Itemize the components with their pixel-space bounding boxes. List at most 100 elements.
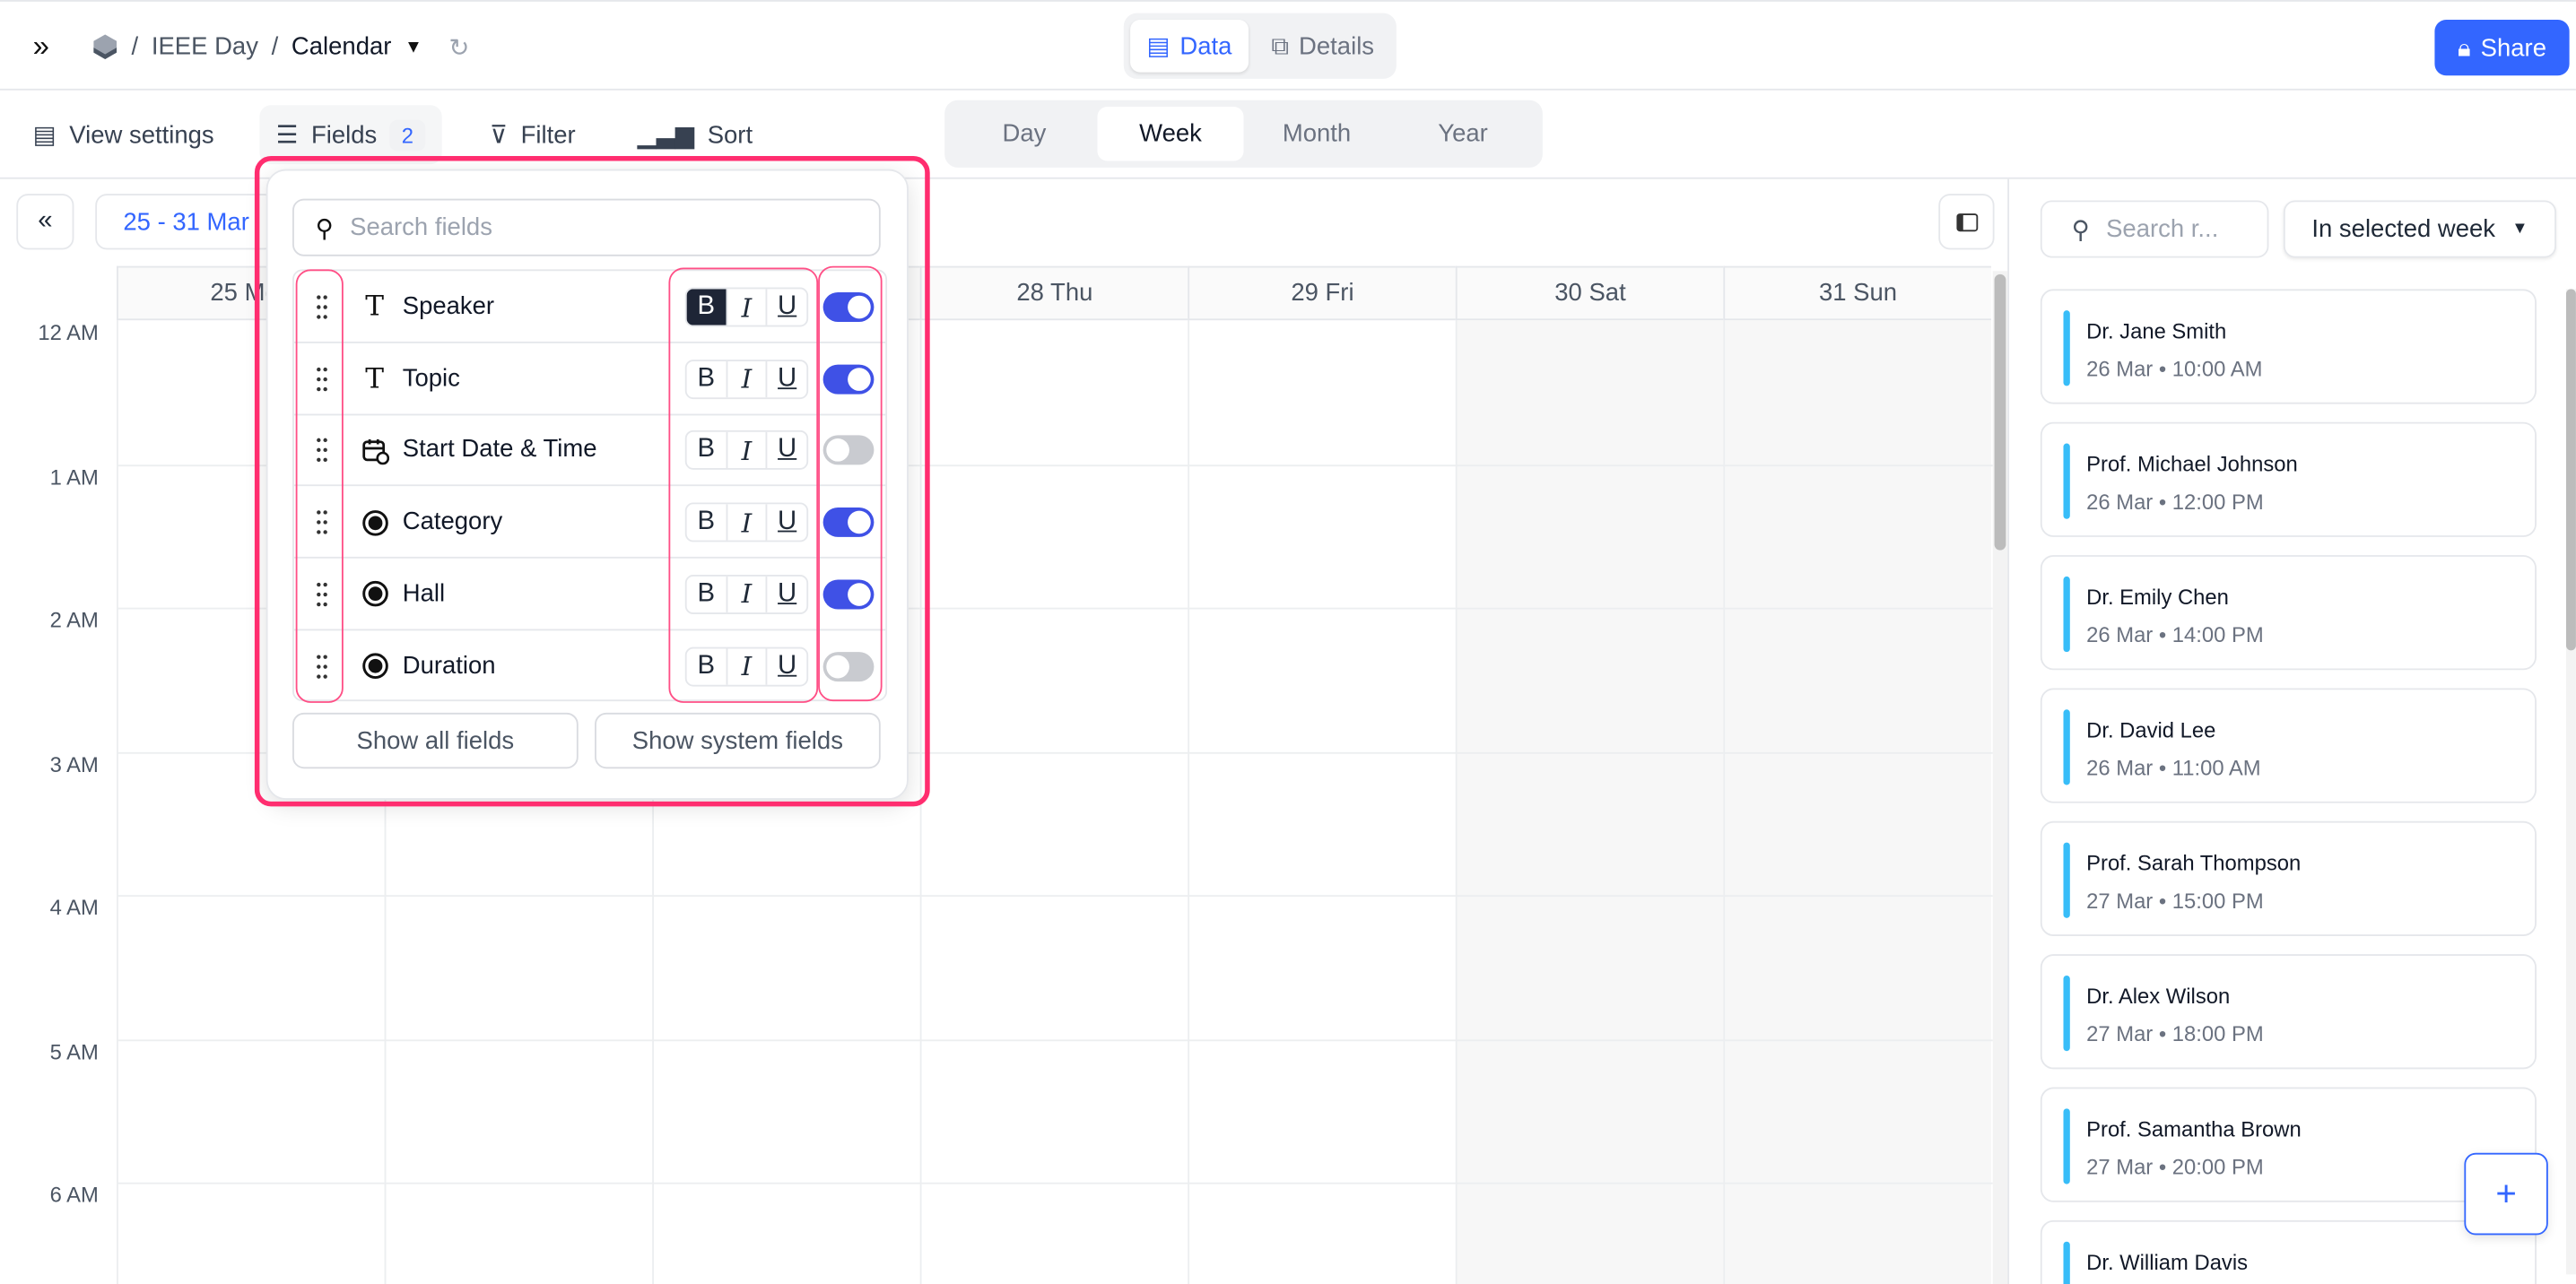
view-tabs: ▤ Data ⧉ Details [1123, 13, 1397, 79]
expand-sidebar-icon[interactable]: » [33, 30, 49, 64]
record-date: 26 Mar • 10:00 AM [2086, 356, 2263, 381]
record-range-select[interactable]: In selected week ▼ [2283, 200, 2556, 258]
hour-label: 1 AM [49, 464, 99, 489]
toggle-side-panel-button[interactable] [1938, 194, 1995, 250]
day-header: 28 Thu [919, 265, 1188, 321]
record-color-bar [2063, 975, 2070, 1052]
diagram-icon: ⧉ [1271, 31, 1290, 60]
chevron-down-icon[interactable]: ▼ [405, 37, 422, 56]
record-name: Dr. Jane Smith [2086, 318, 2227, 343]
field-label: Hall [402, 579, 446, 608]
record-card[interactable]: Dr. Alex Wilson 27 Mar • 18:00 PM [2040, 954, 2537, 1070]
single-select-icon [360, 579, 389, 609]
tab-week[interactable]: Week [1097, 107, 1244, 161]
text-icon: T [365, 291, 384, 324]
field-label: Category [402, 508, 503, 536]
sidebar-icon [1955, 213, 1978, 231]
search-icon: ⚲ [315, 214, 334, 243]
calendar-icon: ▤ [1146, 32, 1171, 61]
record-name: Dr. Alex Wilson [2086, 984, 2231, 1009]
day-header: 30 Sat [1455, 265, 1724, 321]
tab-details[interactable]: ⧉ Details [1255, 20, 1390, 73]
breadcrumb-base[interactable]: IEEE Day [152, 33, 258, 61]
list-icon: ☰ [275, 121, 299, 150]
lock-icon: 🔒︎ [2458, 33, 2471, 62]
drag-handle-highlight [295, 269, 344, 703]
record-color-bar [2063, 1241, 2070, 1284]
hour-label: 3 AM [49, 750, 99, 776]
record-card[interactable]: Prof. Samantha Brown 27 Mar • 20:00 PM [2040, 1087, 2537, 1202]
record-name: Prof. Sarah Thompson [2086, 850, 2302, 876]
record-name: Dr. David Lee [2086, 717, 2216, 742]
fields-count-badge: 2 [389, 118, 425, 151]
calendar-scrollbar[interactable] [1992, 271, 2008, 1284]
field-label: Topic [402, 364, 460, 393]
date-range-button[interactable]: 25 - 31 Mar [95, 194, 276, 250]
hour-label: 12 AM [38, 320, 99, 345]
record-color-bar [2063, 1108, 2070, 1184]
record-date: 27 Mar • 20:00 PM [2086, 1154, 2264, 1180]
record-date: 26 Mar • 12:00 PM [2086, 489, 2264, 515]
record-card[interactable]: Prof. Sarah Thompson 27 Mar • 15:00 PM [2040, 820, 2537, 937]
record-name: Prof. Michael Johnson [2086, 451, 2298, 477]
single-select-icon [360, 651, 389, 681]
toggle-highlight [818, 265, 883, 702]
range-tabs: Day Week Month Year [944, 100, 1543, 168]
record-color-bar [2063, 576, 2070, 653]
tab-month[interactable]: Month [1244, 107, 1390, 160]
record-date: 27 Mar • 18:00 PM [2086, 1021, 2264, 1046]
record-card[interactable]: Dr. Jane Smith 26 Mar • 10:00 AM [2040, 289, 2537, 404]
tab-day[interactable]: Day [951, 107, 1097, 160]
record-card[interactable]: Dr. William Davis [2040, 1219, 2537, 1284]
field-label: Start Date & Time [402, 436, 597, 464]
search-icon: ⚲ [2071, 215, 2090, 244]
show-system-fields-button[interactable]: Show system fields [595, 712, 881, 769]
record-card[interactable]: Dr. Emily Chen 26 Mar • 14:00 PM [2040, 555, 2537, 671]
hour-label: 2 AM [49, 607, 99, 633]
view-settings-button[interactable]: ▤ View settings [16, 105, 231, 164]
reload-icon[interactable]: ↻ [448, 32, 469, 62]
field-label: Duration [402, 651, 496, 680]
breadcrumb: » / IEEE Day / Calendar ▼ ↻ [32, 29, 470, 64]
record-card[interactable]: Dr. David Lee 26 Mar • 11:00 AM [2040, 688, 2537, 803]
base-icon [93, 34, 117, 59]
hour-line [117, 1182, 1993, 1184]
prev-button[interactable]: « [16, 194, 74, 250]
record-name: Prof. Samantha Brown [2086, 1116, 2302, 1141]
day-header: 31 Sun [1723, 265, 1991, 321]
record-color-bar [2063, 443, 2070, 519]
hour-line [117, 1038, 1993, 1041]
record-name: Dr. Emily Chen [2086, 585, 2229, 610]
tab-year[interactable]: Year [1390, 107, 1536, 160]
day-header: 29 Fri [1188, 265, 1456, 321]
format-highlight [668, 267, 819, 703]
record-color-bar [2063, 310, 2070, 386]
tab-data[interactable]: ▤ Data [1130, 19, 1249, 73]
breadcrumb-table[interactable]: Calendar [292, 33, 391, 61]
filter-icon: ⊽ [489, 121, 508, 150]
record-card[interactable]: Prof. Michael Johnson 26 Mar • 12:00 PM [2040, 421, 2537, 537]
add-record-button[interactable]: + [2464, 1152, 2548, 1236]
record-date: 27 Mar • 15:00 PM [2086, 888, 2264, 914]
share-button[interactable]: 🔒︎ Share [2434, 19, 2570, 76]
single-select-icon [360, 508, 389, 537]
text-icon: T [365, 362, 384, 395]
hour-label: 5 AM [49, 1038, 99, 1063]
hour-label: 6 AM [49, 1182, 99, 1208]
records-scrollbar[interactable] [2565, 289, 2576, 1275]
field-label: Speaker [402, 292, 495, 321]
hour-line [117, 895, 1993, 898]
field-search-input[interactable]: ⚲ Search fields [292, 198, 881, 256]
record-name: Dr. William Davis [2086, 1249, 2249, 1275]
top-bar: » / IEEE Day / Calendar ▼ ↻ ▤ Data ⧉ Detai… [0, 0, 2576, 91]
chevron-down-icon: ▼ [2511, 220, 2528, 239]
show-all-fields-button[interactable]: Show all fields [292, 712, 579, 769]
record-color-bar [2063, 709, 2070, 785]
hour-label: 4 AM [49, 895, 99, 920]
record-search-input[interactable]: ⚲ Search r... [2040, 200, 2269, 258]
calendar-settings-icon: ▤ [32, 121, 57, 150]
record-date: 26 Mar • 14:00 PM [2086, 622, 2264, 647]
chevrons-left-icon: « [38, 206, 53, 235]
calendar-clock-icon [360, 436, 389, 465]
record-color-bar [2063, 842, 2070, 918]
